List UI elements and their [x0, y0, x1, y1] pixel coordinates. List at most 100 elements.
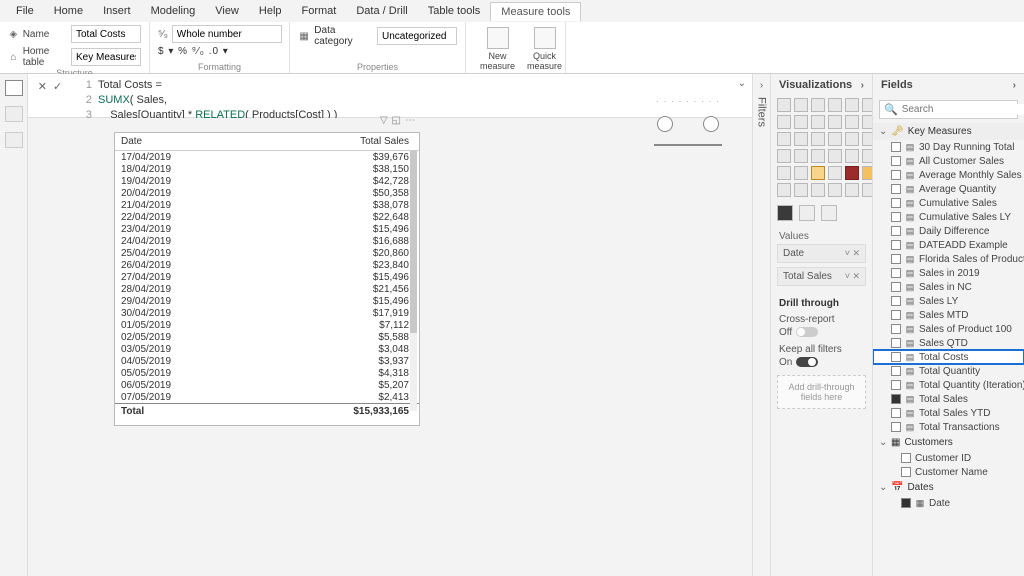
viz-kpi[interactable] [777, 166, 791, 180]
field-checkbox[interactable] [891, 324, 901, 334]
format-tab[interactable] [799, 205, 815, 221]
menu-insert[interactable]: Insert [93, 2, 141, 20]
table-scrollbar[interactable] [410, 151, 417, 411]
fields-search-input[interactable] [902, 104, 1024, 115]
field-well-date[interactable]: Date˅ ✕ [777, 244, 866, 263]
viz-slicer[interactable] [794, 166, 808, 180]
table-row[interactable]: 26/04/2019$23,840 [115, 259, 419, 271]
new-measure-button[interactable]: New measure [474, 25, 521, 73]
menu-view[interactable]: View [205, 2, 249, 20]
viz-gauge[interactable] [828, 149, 842, 163]
field-checkbox[interactable] [891, 198, 901, 208]
menu-measure-tools[interactable]: Measure tools [490, 2, 581, 21]
quick-measure-button[interactable]: Quick measure [521, 25, 568, 73]
table-row[interactable]: 25/04/2019$20,860 [115, 247, 419, 259]
filters-pane-collapsed[interactable]: › Filters [752, 74, 770, 576]
field-daily-difference[interactable]: ▤Daily Difference [873, 224, 1024, 238]
viz-r[interactable] [845, 166, 859, 180]
viz-stacked-bar[interactable] [777, 98, 791, 112]
menu-home[interactable]: Home [44, 2, 93, 20]
menu-format[interactable]: Format [292, 2, 347, 20]
viz-area[interactable] [794, 115, 808, 129]
field-checkbox[interactable] [891, 212, 901, 222]
table-row[interactable]: 27/04/2019$15,496 [115, 271, 419, 283]
field-sales-of-product-100[interactable]: ▤Sales of Product 100 [873, 322, 1024, 336]
viz-collapse-icon[interactable]: › [861, 80, 864, 91]
viz-donut[interactable] [845, 132, 859, 146]
viz-clustered-col[interactable] [828, 98, 842, 112]
table-row[interactable]: 29/04/2019$15,496 [115, 295, 419, 307]
viz-matrix[interactable] [828, 166, 842, 180]
table-row[interactable]: 07/05/2019$2,413 [115, 391, 419, 404]
field-checkbox[interactable] [891, 338, 901, 348]
viz-table[interactable] [811, 166, 825, 180]
field-dateadd-example[interactable]: ▤DATEADD Example [873, 238, 1024, 252]
format-select[interactable] [172, 25, 282, 43]
focus-icon[interactable]: ◱ [392, 115, 401, 126]
table-visual[interactable]: ▽ ◱ ⋯ DateTotal Sales 17/04/2019$39,6761… [114, 132, 420, 426]
field-30-day-running-total[interactable]: ▤30 Day Running Total [873, 140, 1024, 154]
table-row[interactable]: 19/04/2019$42,728 [115, 175, 419, 187]
field-checkbox[interactable] [891, 296, 901, 306]
field-total-sales[interactable]: ▤Total Sales [873, 392, 1024, 406]
table-row[interactable]: 23/04/2019$15,496 [115, 223, 419, 235]
viz-card[interactable] [845, 149, 859, 163]
fields-collapse-icon[interactable]: › [1013, 80, 1016, 91]
filters-expand-icon[interactable]: › [760, 80, 763, 91]
viz-line-col[interactable] [828, 115, 842, 129]
slicer-visual[interactable]: · · · · · · · · · [628, 96, 748, 170]
field-well-total-sales[interactable]: Total Sales˅ ✕ [777, 267, 866, 286]
data-category-select[interactable] [377, 27, 457, 45]
menu-table-tools[interactable]: Table tools [418, 2, 491, 20]
keep-filters-toggle[interactable] [796, 357, 818, 367]
field-checkbox[interactable] [891, 352, 901, 362]
table-row[interactable]: 04/05/2019$3,937 [115, 355, 419, 367]
menu-help[interactable]: Help [249, 2, 292, 20]
table-dates[interactable]: ⌄📅Dates [873, 479, 1024, 496]
more-icon[interactable]: ⋯ [405, 115, 415, 126]
table-row[interactable]: 30/04/2019$17,919 [115, 307, 419, 319]
viz-stacked-area[interactable] [811, 115, 825, 129]
fields-tab[interactable] [777, 205, 793, 221]
viz-line[interactable] [777, 115, 791, 129]
viz-key-infl[interactable] [777, 183, 791, 197]
field-sales-mtd[interactable]: ▤Sales MTD [873, 308, 1024, 322]
field-total-quantity[interactable]: ▤Total Quantity [873, 364, 1024, 378]
field-sales-in-nc[interactable]: ▤Sales in NC [873, 280, 1024, 294]
fields-search[interactable]: 🔍 [879, 100, 1018, 119]
field-sales-in-2019[interactable]: ▤Sales in 2019 [873, 266, 1024, 280]
field-total-sales-ytd[interactable]: ▤Total Sales YTD [873, 406, 1024, 420]
table-row[interactable]: 21/04/2019$38,078 [115, 199, 419, 211]
viz-scatter[interactable] [811, 132, 825, 146]
viz-waterfall[interactable] [777, 132, 791, 146]
field-customer-name[interactable]: Customer Name [873, 465, 1024, 479]
field-checkbox[interactable] [891, 142, 901, 152]
home-table-select[interactable] [71, 48, 141, 66]
field-checkbox[interactable] [891, 268, 901, 278]
viz-pie[interactable] [828, 132, 842, 146]
table-row[interactable]: 20/04/2019$50,358 [115, 187, 419, 199]
table-row[interactable]: 22/04/2019$22,648 [115, 211, 419, 223]
field-checkbox[interactable] [891, 366, 901, 376]
field-total-costs[interactable]: ▤Total Costs [873, 350, 1024, 364]
drill-through-dropzone[interactable]: Add drill-through fields here [777, 375, 866, 409]
table-key-measures[interactable]: ⌄🗝Key Measures [873, 123, 1024, 140]
field-customer-id[interactable]: Customer ID [873, 451, 1024, 465]
field-total-quantity-iteration-[interactable]: ▤Total Quantity (Iteration) [873, 378, 1024, 392]
table-row[interactable]: 28/04/2019$21,456 [115, 283, 419, 295]
analytics-tab[interactable] [821, 205, 837, 221]
field-florida-sales-of-product-2-[interactable]: ▤Florida Sales of Product 2 ... [873, 252, 1024, 266]
slicer-handle-left[interactable] [657, 116, 673, 132]
field-average-quantity[interactable]: ▤Average Quantity [873, 182, 1024, 196]
table-customers[interactable]: ⌄▦Customers [873, 434, 1024, 451]
table-row[interactable]: 24/04/2019$16,688 [115, 235, 419, 247]
field-checkbox[interactable] [891, 254, 901, 264]
field-all-customer-sales[interactable]: ▤All Customer Sales [873, 154, 1024, 168]
viz-stacked-col[interactable] [794, 98, 808, 112]
viz-decomp[interactable] [794, 183, 808, 197]
field-checkbox[interactable] [891, 380, 901, 390]
viz-100bar[interactable] [845, 98, 859, 112]
table-row[interactable]: 01/05/2019$7,112 [115, 319, 419, 331]
viz-map[interactable] [777, 149, 791, 163]
table-row[interactable]: 18/04/2019$38,150 [115, 163, 419, 175]
